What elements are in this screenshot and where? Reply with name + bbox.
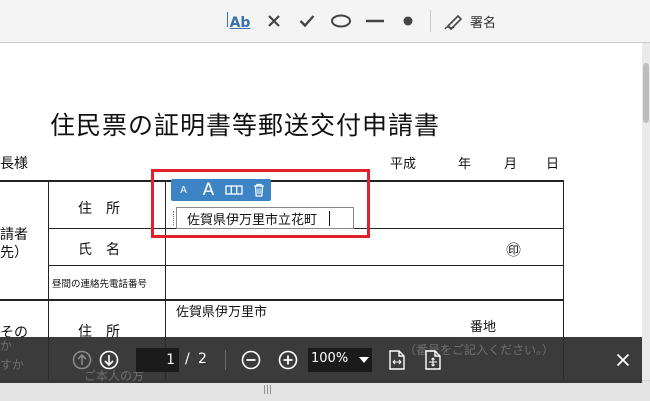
sign-button[interactable]: 署名 bbox=[444, 7, 504, 35]
navbar-separator bbox=[225, 350, 226, 370]
trash-icon bbox=[253, 183, 264, 197]
addressee-label: 長様 bbox=[0, 156, 28, 172]
date-month-label: 月 bbox=[504, 157, 518, 172]
decrease-font-button[interactable]: A bbox=[171, 179, 196, 201]
scroll-grip[interactable]: ||| bbox=[263, 385, 272, 395]
plus-circle-icon bbox=[278, 350, 298, 370]
delete-field-button[interactable] bbox=[246, 179, 271, 201]
applicant-label: 請者 bbox=[0, 227, 28, 243]
field-resize-handle[interactable] bbox=[173, 211, 176, 225]
comb-field-button[interactable] bbox=[221, 179, 246, 201]
ellipse-icon bbox=[331, 14, 351, 28]
date-year-label: 年 bbox=[458, 157, 472, 172]
small-font-icon: A bbox=[180, 184, 187, 196]
cross-mark-button[interactable] bbox=[263, 7, 285, 35]
chevron-down-icon bbox=[359, 357, 369, 363]
banchi-label: 番地 bbox=[470, 320, 497, 335]
applicant-label-contact: 先） bbox=[0, 245, 28, 261]
zoom-in-button[interactable] bbox=[276, 348, 300, 372]
arrow-down-icon bbox=[99, 350, 119, 370]
dot-icon bbox=[403, 16, 413, 26]
comb-field-icon bbox=[224, 185, 243, 195]
add-text-button[interactable]: Ab bbox=[226, 7, 254, 35]
field-format-toolbar: A A bbox=[171, 179, 271, 201]
vertical-scroll-thumb[interactable] bbox=[643, 63, 649, 123]
dot-button[interactable] bbox=[398, 7, 418, 35]
address-row-label: 住 所 bbox=[78, 201, 120, 217]
page-separator: / bbox=[185, 351, 190, 367]
increase-font-button[interactable]: A bbox=[196, 179, 221, 201]
check-mark-icon bbox=[299, 15, 315, 28]
next-page-button[interactable] bbox=[97, 348, 121, 372]
address-prefix: 佐賀県伊万里市 bbox=[176, 305, 268, 320]
check-mark-button[interactable] bbox=[296, 7, 318, 35]
ellipse-button[interactable] bbox=[328, 7, 354, 35]
date-era-label: 平成 bbox=[390, 157, 417, 172]
toolbar-separator bbox=[430, 10, 431, 32]
cross-mark-icon bbox=[268, 15, 280, 27]
table-rule bbox=[48, 265, 564, 266]
address-field-value: 佐賀県伊万里市立花町 bbox=[187, 213, 318, 228]
section2-label: か bbox=[0, 339, 13, 353]
close-icon bbox=[616, 353, 630, 367]
fit-width-icon bbox=[389, 350, 405, 370]
minus-circle-icon bbox=[241, 350, 261, 370]
name-row-label: 氏 名 bbox=[78, 242, 120, 258]
address-text-field[interactable]: 佐賀県伊万里市立花町 bbox=[173, 207, 354, 229]
page-total: 2 bbox=[198, 351, 207, 367]
sign-label: 署名 bbox=[470, 15, 497, 31]
line-icon bbox=[366, 19, 384, 23]
fill-sign-toolbar: Ab 署名 bbox=[0, 0, 650, 43]
text-caret bbox=[329, 211, 330, 226]
seal-mark: ㊞ bbox=[506, 241, 522, 259]
date-day-label: 日 bbox=[546, 157, 560, 172]
zoom-select[interactable]: 100% bbox=[308, 348, 372, 372]
fit-page-button[interactable] bbox=[422, 348, 444, 372]
page-navigation-bar: か すか （番号をご記入ください。） ご本人の方 1 / 2 100% bbox=[0, 337, 642, 383]
arrow-up-icon bbox=[72, 350, 92, 370]
zoom-out-button[interactable] bbox=[239, 348, 263, 372]
add-text-icon: Ab bbox=[226, 11, 250, 31]
sign-pen-icon bbox=[444, 14, 463, 30]
large-font-icon: A bbox=[202, 180, 215, 200]
phone-row-label: 昼間の連絡先電話番号 bbox=[52, 279, 148, 290]
vertical-scrollbar[interactable] bbox=[642, 43, 650, 380]
fit-width-button[interactable] bbox=[386, 348, 408, 372]
page-number-input[interactable]: 1 bbox=[136, 348, 179, 372]
section2-label: すか bbox=[0, 358, 25, 372]
line-button[interactable] bbox=[364, 7, 386, 35]
zoom-value: 100% bbox=[311, 351, 349, 366]
table-rule bbox=[0, 299, 564, 301]
document-title: 住民票の証明書等郵送交付申請書 bbox=[50, 111, 441, 140]
close-toolbar-button[interactable] bbox=[612, 348, 634, 372]
previous-page-button[interactable] bbox=[70, 348, 94, 372]
fit-page-icon bbox=[425, 350, 441, 370]
